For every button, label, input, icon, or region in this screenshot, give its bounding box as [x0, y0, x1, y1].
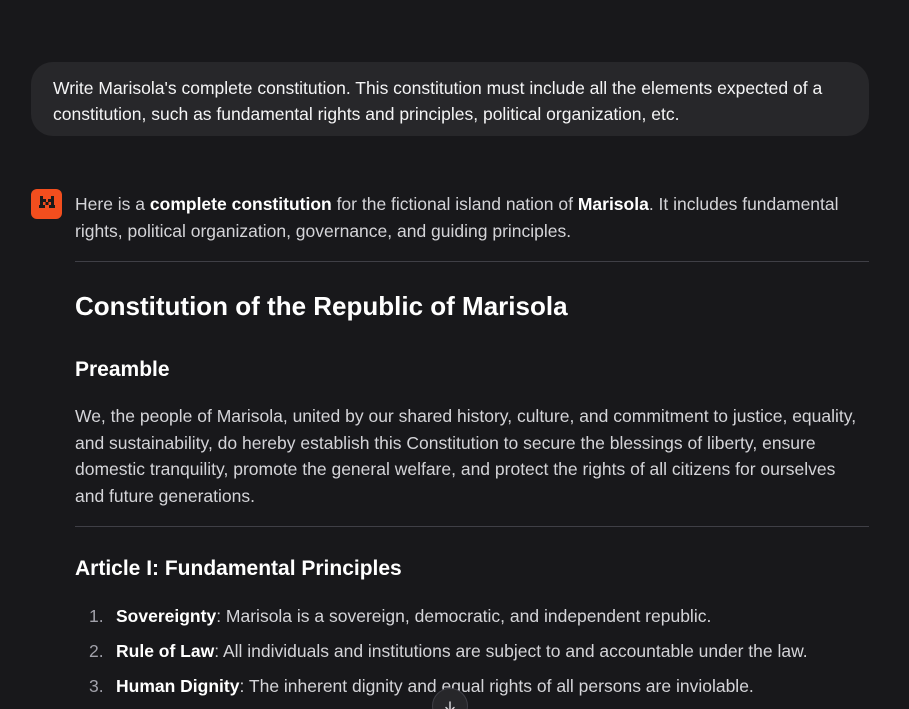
list-item-term: Human Dignity — [116, 676, 240, 696]
divider — [75, 526, 869, 527]
chat-page: Write Marisola's complete constitution. … — [0, 0, 909, 709]
user-message-bubble: Write Marisola's complete constitution. … — [31, 62, 869, 136]
list-item-desc: : Marisola is a sovereign, democratic, a… — [216, 606, 712, 626]
intro-text: for the fictional island nation of — [331, 194, 578, 214]
constitution-title: Constitution of the Republic of Marisola — [75, 291, 568, 321]
list-item-desc: : The inherent dignity and equal rights … — [239, 676, 754, 696]
list-item: 1. Sovereignty: Marisola is a sovereign,… — [75, 603, 869, 638]
mistral-logo-icon — [38, 195, 55, 214]
list-item-term: Sovereignty — [116, 606, 217, 626]
list-number: 3. — [89, 676, 104, 696]
intro-bold-marisola: Marisola — [577, 194, 649, 214]
intro-text: Here is a — [75, 194, 150, 214]
list-number: 2. — [89, 641, 104, 661]
list-item-term: Rule of Law — [116, 641, 215, 661]
list-item-text: Rule of Law: All individuals and institu… — [116, 638, 808, 664]
assistant-avatar — [31, 189, 62, 219]
divider — [75, 261, 869, 262]
assistant-response: Here is a complete constitution for the … — [75, 191, 869, 696]
list-item: 2. Rule of Law: All individuals and inst… — [75, 638, 869, 673]
intro-bold-constitution: complete constitution — [149, 194, 332, 214]
list-item-desc: : All individuals and institutions are s… — [214, 641, 808, 661]
list-number: 1. — [89, 606, 104, 626]
response-intro: Here is a complete constitution for the … — [75, 191, 869, 244]
preamble-text: We, the people of Marisola, united by ou… — [75, 406, 857, 506]
preamble-heading: Preamble — [75, 358, 170, 381]
list-item: 3. Human Dignity: The inherent dignity a… — [75, 673, 869, 708]
list-item-text: Sovereignty: Marisola is a sovereign, de… — [116, 603, 711, 629]
user-message-text: Write Marisola's complete constitution. … — [53, 78, 823, 124]
arrow-down-icon — [444, 700, 456, 709]
article-1-list: 1. Sovereignty: Marisola is a sovereign,… — [75, 603, 869, 708]
article-1-heading: Article I: Fundamental Principles — [75, 557, 402, 580]
